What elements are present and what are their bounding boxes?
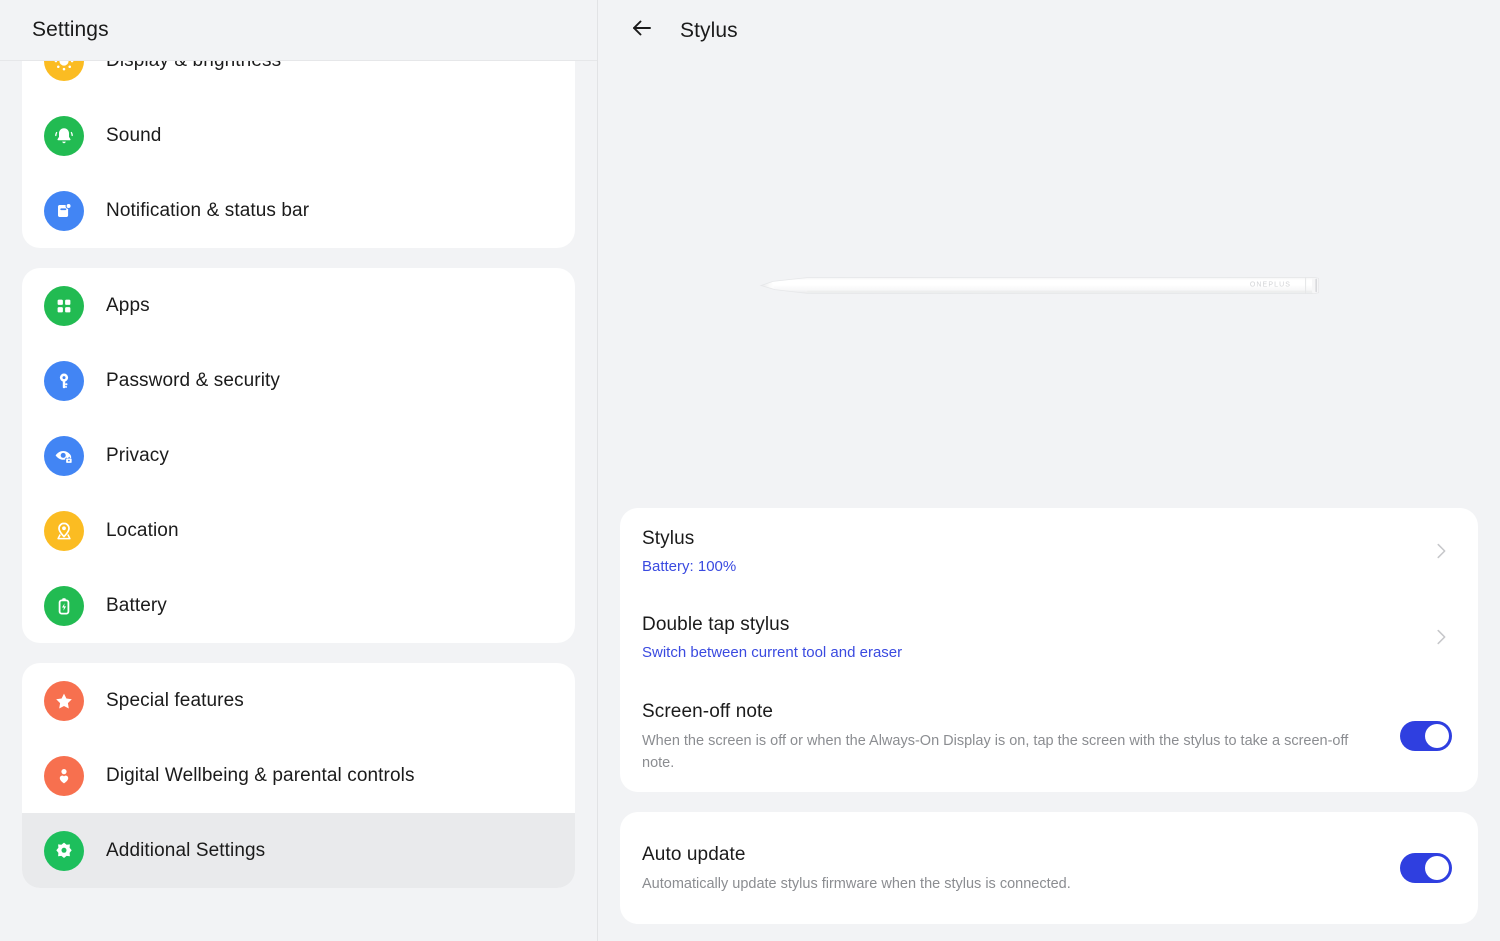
pref-title: Double tap stylus <box>642 612 1406 637</box>
sidebar-item-privacy[interactable]: Privacy <box>22 418 575 493</box>
star-icon <box>44 681 84 721</box>
sidebar-item-label: Digital Wellbeing & parental controls <box>106 765 415 787</box>
sidebar-item-label: Notification & status bar <box>106 200 309 222</box>
sidebar-item-sound[interactable]: Sound <box>22 98 575 173</box>
sidebar-item-label: Location <box>106 520 179 542</box>
toggle-knob <box>1425 856 1449 880</box>
brightness-icon <box>44 61 84 81</box>
auto-update-row[interactable]: Auto update Automatically update stylus f… <box>620 812 1478 924</box>
bell-icon <box>44 116 84 156</box>
pref-subtitle: Battery: 100% <box>642 557 1406 577</box>
chevron-right-icon[interactable] <box>1430 540 1452 562</box>
pref-text-block: Auto update Automatically update stylus f… <box>642 842 1400 895</box>
stylus-hero: ONEPLUS <box>620 61 1478 508</box>
sidebar-item-label: Sound <box>106 125 161 147</box>
sidebar: Settings Display & brightness Sound Noti… <box>0 0 598 941</box>
pref-text-block: Stylus Battery: 100% <box>642 526 1430 577</box>
toggle-switch[interactable] <box>1400 721 1452 751</box>
main-content: ONEPLUS Stylus Battery: 100% Double tap st… <box>598 61 1500 941</box>
battery-icon <box>44 586 84 626</box>
pref-text-block: Double tap stylus Switch between current … <box>642 612 1430 663</box>
main-page-title: Stylus <box>680 19 738 43</box>
screen-off-note-row[interactable]: Screen-off note When the screen is off or… <box>620 680 1478 792</box>
pref-subtitle: Switch between current tool and eraser <box>642 643 1406 663</box>
pref-title: Stylus <box>642 526 1406 551</box>
gear-icon <box>44 831 84 871</box>
toggle-switch[interactable] <box>1400 853 1452 883</box>
sidebar-group-group-apps: Apps Password & security Privacy Locatio… <box>22 268 575 643</box>
grid-icon <box>44 286 84 326</box>
person-heart-icon <box>44 756 84 796</box>
main-panel: Stylus <box>598 0 1500 941</box>
pref-text-block: Screen-off note When the screen is off or… <box>642 699 1400 774</box>
sidebar-scroll-area[interactable]: Display & brightness Sound Notification … <box>0 61 597 941</box>
sidebar-item-label: Display & brightness <box>106 61 281 72</box>
sidebar-item-label: Password & security <box>106 370 280 392</box>
page-title: Settings <box>32 18 109 42</box>
stylus-detail-row[interactable]: Stylus Battery: 100% <box>620 508 1478 594</box>
sidebar-item-label: Apps <box>106 295 150 317</box>
key-icon <box>44 361 84 401</box>
oneplus-stylus-image: ONEPLUS <box>759 265 1339 305</box>
sidebar-item-notification-status-bar[interactable]: Notification & status bar <box>22 173 575 248</box>
sidebar-group-group-extras: Special features Digital Wellbeing & par… <box>22 663 575 888</box>
sidebar-item-apps[interactable]: Apps <box>22 268 575 343</box>
pref-title: Auto update <box>642 842 1376 867</box>
pref-subtitle: When the screen is off or when the Alway… <box>642 730 1376 774</box>
main-header: Stylus <box>598 0 1500 61</box>
location-pin-icon <box>44 511 84 551</box>
sidebar-item-password-security[interactable]: Password & security <box>22 343 575 418</box>
sidebar-item-additional-settings[interactable]: Additional Settings <box>22 813 575 888</box>
arrow-left-icon <box>630 16 654 45</box>
sidebar-item-label: Privacy <box>106 445 169 467</box>
eye-lock-icon <box>44 436 84 476</box>
settings-app: Settings Display & brightness Sound Noti… <box>0 0 1500 941</box>
sidebar-header: Settings <box>0 0 597 61</box>
sidebar-item-battery[interactable]: Battery <box>22 568 575 643</box>
double-tap-stylus-row[interactable]: Double tap stylus Switch between current … <box>620 594 1478 680</box>
notification-icon <box>44 191 84 231</box>
sidebar-item-label: Battery <box>106 595 167 617</box>
sidebar-group-group-display: Display & brightness Sound Notification … <box>22 61 575 248</box>
sidebar-item-special-features[interactable]: Special features <box>22 663 575 738</box>
sidebar-item-digital-wellbeing-parental-controls[interactable]: Digital Wellbeing & parental controls <box>22 738 575 813</box>
auto-update-card: Auto update Automatically update stylus f… <box>620 812 1478 924</box>
sidebar-item-label: Special features <box>106 690 244 712</box>
pref-title: Screen-off note <box>642 699 1376 724</box>
back-button[interactable] <box>624 13 660 49</box>
sidebar-item-display-brightness[interactable]: Display & brightness <box>22 61 575 98</box>
stylus-card: Stylus Battery: 100% Double tap stylus Swit… <box>620 508 1478 792</box>
sidebar-item-label: Additional Settings <box>106 840 265 862</box>
sidebar-item-location[interactable]: Location <box>22 493 575 568</box>
toggle-knob <box>1425 724 1449 748</box>
chevron-right-icon[interactable] <box>1430 626 1452 648</box>
pref-subtitle: Automatically update stylus firmware whe… <box>642 873 1376 895</box>
